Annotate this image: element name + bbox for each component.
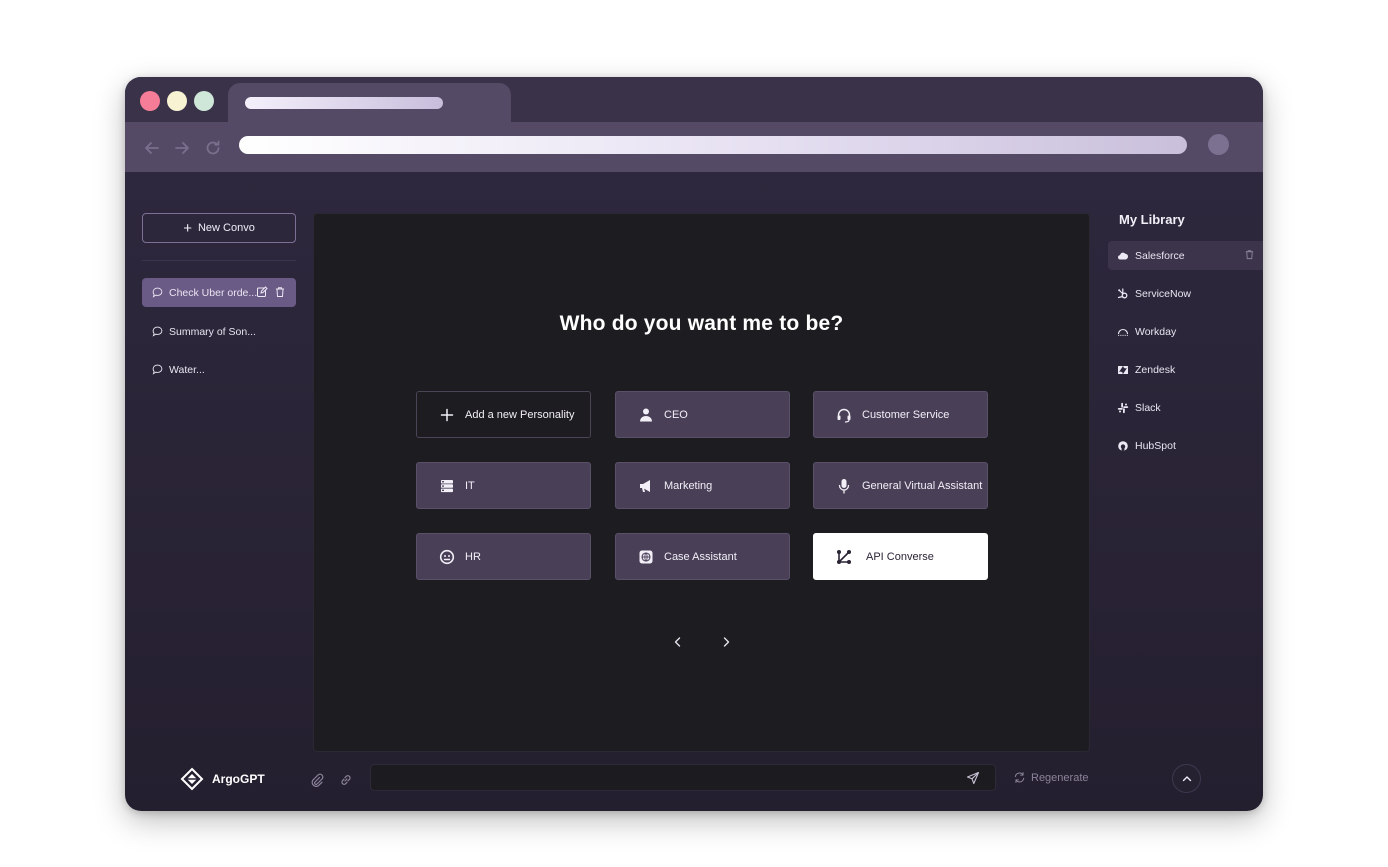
server-icon: [441, 479, 453, 492]
personality-label: Customer Service: [862, 408, 950, 421]
link-button[interactable]: [338, 772, 354, 788]
convo-label: Check Uber orde...: [169, 286, 258, 299]
servicenow-icon: [1117, 287, 1128, 298]
personality-case-assistant[interactable]: Case Assistant: [615, 533, 790, 580]
personality-label: Add a new Personality: [465, 408, 575, 421]
chevron-up-icon: [1182, 775, 1191, 781]
convo-actions: [256, 286, 286, 298]
scroll-to-top-button[interactable]: [1172, 764, 1201, 793]
library-item-salesforce[interactable]: Salesforce: [1108, 241, 1263, 270]
plus-icon: +: [183, 219, 192, 237]
personality-label: IT: [465, 479, 475, 492]
trash-icon[interactable]: [1244, 249, 1255, 263]
library-item-workday[interactable]: Workday: [1108, 317, 1263, 346]
new-convo-button[interactable]: + New Convo: [142, 213, 296, 243]
convo-item[interactable]: Water...: [142, 355, 296, 384]
library-item-slack[interactable]: Slack: [1108, 393, 1263, 422]
chat-bubble-icon: [152, 326, 163, 337]
close-window-button[interactable]: [140, 91, 160, 111]
paperclip-icon: [311, 773, 324, 787]
argogpt-logo-icon: [180, 767, 204, 791]
personality-label: API Converse: [866, 550, 934, 563]
minimize-window-button[interactable]: [167, 91, 187, 111]
sidebar-divider: [142, 260, 296, 261]
chevron-left-icon: [674, 637, 681, 647]
library-item-hubspot[interactable]: HubSpot: [1108, 431, 1263, 460]
megaphone-icon: [640, 479, 650, 492]
message-input[interactable]: [370, 764, 996, 791]
back-arrow-icon[interactable]: [141, 137, 163, 159]
attach-button[interactable]: [309, 772, 325, 788]
headset-icon: [837, 408, 851, 423]
personality-api-converse[interactable]: API Converse: [813, 533, 988, 580]
personality-general-virtual-assistant[interactable]: General Virtual Assistant: [813, 462, 988, 509]
salesforce-icon: [1118, 252, 1128, 259]
address-bar[interactable]: [239, 136, 1187, 154]
library-item-label: Zendesk: [1135, 363, 1176, 376]
edit-icon[interactable]: [256, 286, 268, 298]
previous-page-button[interactable]: [669, 633, 687, 651]
personality-label: General Virtual Assistant: [862, 479, 983, 492]
reload-icon[interactable]: [202, 137, 224, 159]
chevron-right-icon: [723, 637, 730, 647]
regenerate-label: Regenerate: [1031, 771, 1089, 784]
library-item-label: HubSpot: [1135, 439, 1176, 452]
trash-icon[interactable]: [274, 286, 286, 298]
app-content: + New Convo Check Uber orde... Summary o…: [125, 172, 1263, 811]
next-page-button[interactable]: [717, 633, 735, 651]
browser-window: + New Convo Check Uber orde... Summary o…: [125, 77, 1263, 811]
personality-it[interactable]: IT: [416, 462, 591, 509]
title-bar: [125, 77, 1263, 123]
personality-marketing[interactable]: Marketing: [615, 462, 790, 509]
refresh-icon: [1014, 772, 1025, 783]
chat-bubble-icon: [152, 364, 163, 375]
tab-title-placeholder: [245, 97, 443, 109]
personality-customer-service[interactable]: Customer Service: [813, 391, 988, 438]
browser-tab[interactable]: [228, 83, 511, 123]
new-convo-label: New Convo: [197, 222, 255, 234]
personality-label: CEO: [664, 408, 688, 421]
plus-icon: [440, 408, 454, 421]
library-item-label: Salesforce: [1135, 249, 1185, 262]
workday-icon: [1117, 328, 1129, 336]
zendesk-icon: [1118, 365, 1128, 374]
chat-bubble-icon: [152, 287, 163, 298]
personality-hr[interactable]: HR: [416, 533, 591, 580]
api-icon: [837, 549, 851, 564]
profile-avatar[interactable]: [1208, 134, 1229, 155]
library-title: My Library: [1119, 212, 1185, 227]
hubspot-icon: [1118, 440, 1128, 451]
library-item-label: Workday: [1135, 325, 1177, 338]
personality-ceo[interactable]: CEO: [615, 391, 790, 438]
slack-icon: [1117, 402, 1129, 413]
forward-arrow-icon[interactable]: [171, 137, 193, 159]
regenerate-button[interactable]: Regenerate: [1013, 771, 1089, 784]
personality-label: HR: [465, 550, 481, 563]
maximize-window-button[interactable]: [194, 91, 214, 111]
library-item-zendesk[interactable]: Zendesk: [1108, 355, 1263, 384]
convo-label: Water...: [169, 363, 205, 376]
personality-label: Marketing: [664, 479, 713, 492]
library-item-servicenow[interactable]: ServiceNow: [1108, 279, 1263, 308]
convo-label: Summary of Son...: [169, 325, 256, 338]
convo-item[interactable]: Summary of Son...: [142, 317, 296, 346]
link-icon: [341, 775, 351, 785]
personality-label: Case Assistant: [664, 550, 737, 563]
brand-logo: ArgoGPT: [180, 767, 265, 791]
microphone-icon: [838, 478, 850, 494]
main-panel: Who do you want me to be? Add a new Pers…: [313, 213, 1090, 752]
globe-icon: [639, 550, 653, 563]
browser-toolbar: [125, 122, 1263, 172]
send-icon: [966, 771, 980, 785]
page-title: Who do you want me to be?: [559, 312, 844, 335]
library-item-label: ServiceNow: [1135, 287, 1192, 300]
convo-item[interactable]: Check Uber orde...: [142, 278, 296, 307]
person-icon: [640, 408, 652, 421]
library-item-label: Slack: [1135, 401, 1161, 414]
smile-icon: [439, 549, 455, 564]
add-personality-button[interactable]: Add a new Personality: [416, 391, 591, 438]
send-button[interactable]: [965, 770, 981, 786]
brand-name: ArgoGPT: [212, 772, 265, 786]
